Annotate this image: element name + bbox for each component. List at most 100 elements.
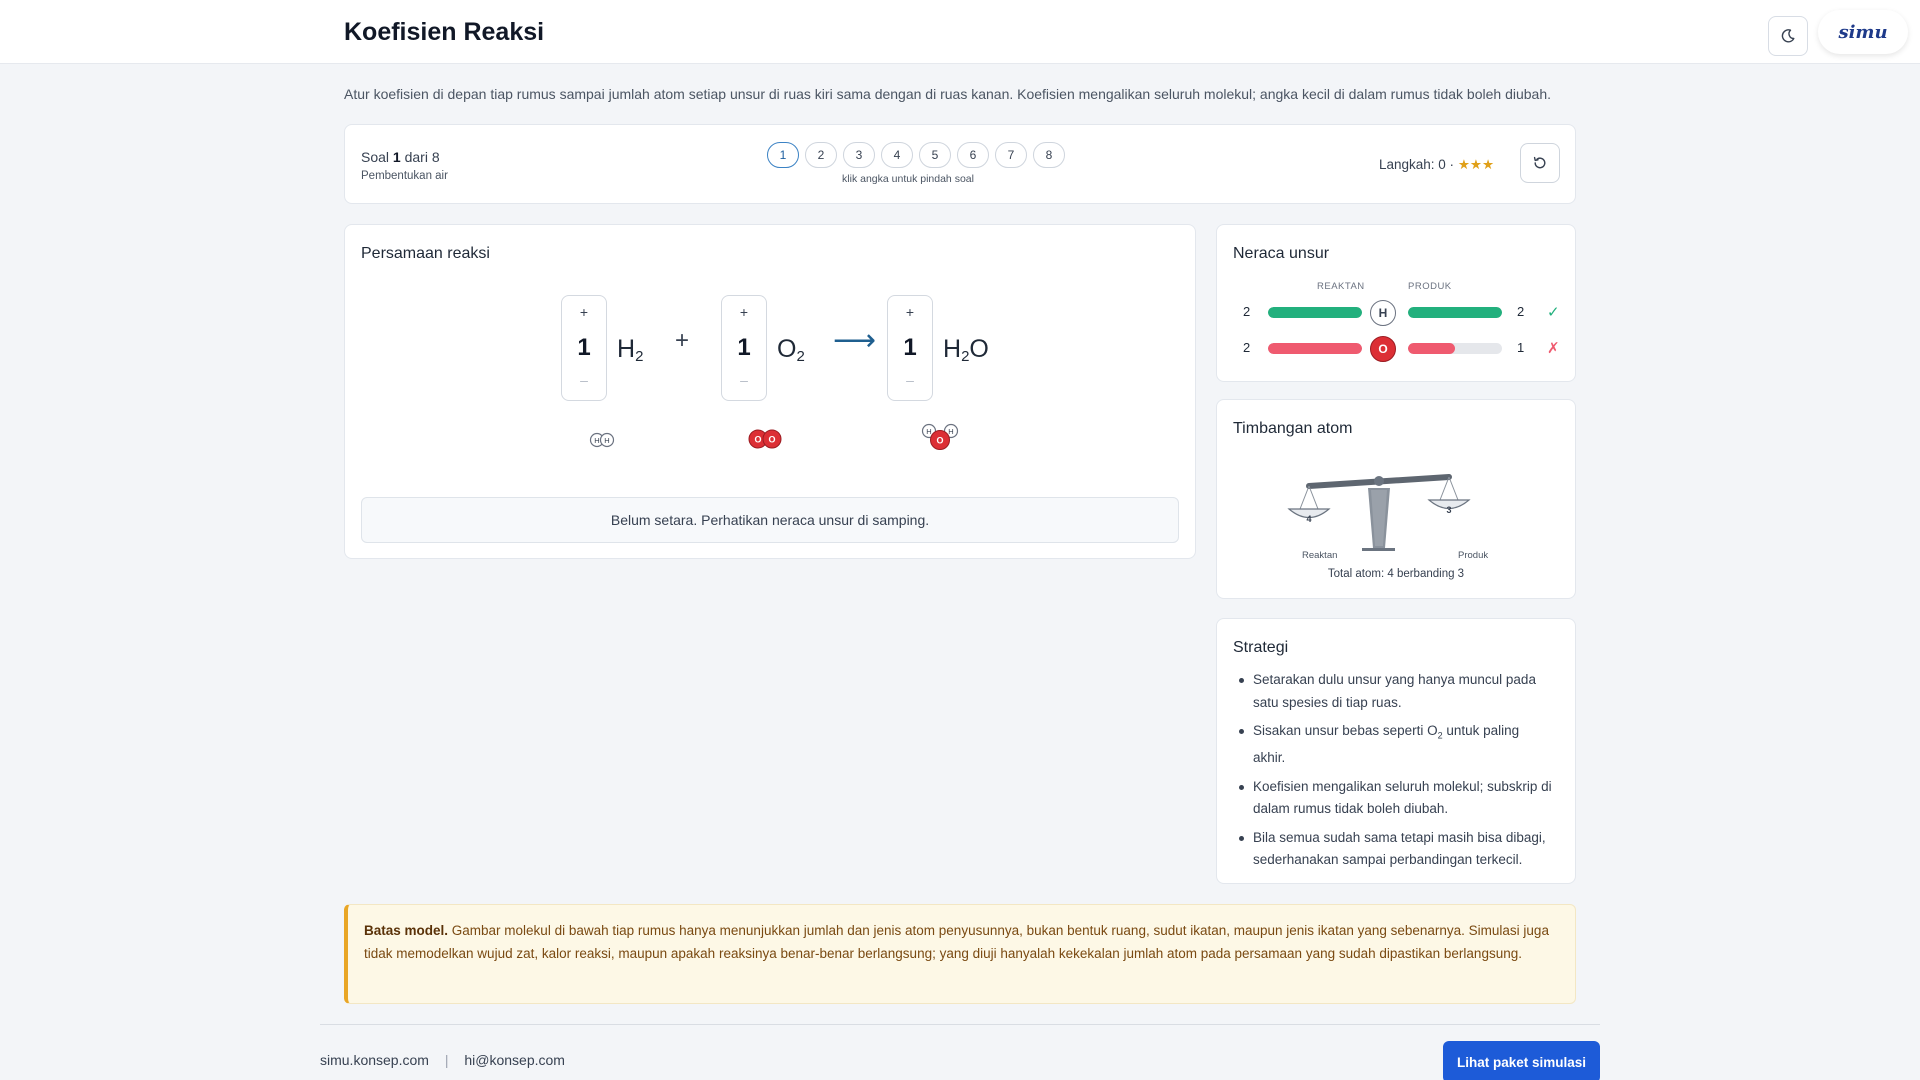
atom-symbol: O [768, 435, 775, 445]
formula-symbol: O [969, 335, 989, 363]
star-rating: ★★★ [1457, 157, 1495, 172]
footer-separator: | [444, 1052, 449, 1068]
equation-title: Persamaan reaksi [361, 245, 490, 262]
problem-pill-4[interactable]: 4 [881, 142, 913, 168]
problem-subtitle: Pembentukan air [361, 170, 448, 182]
element-balance-card: Neraca unsur REAKTAN PRODUK 2 H 2 ✓ 2 O … [1216, 224, 1576, 382]
step-label: Langkah: 0 · [1379, 157, 1455, 172]
formula-symbol: H [943, 335, 962, 363]
decrement-button[interactable]: – [888, 372, 932, 388]
strategy-item: Sisakan unsur bebas seperti O2 untuk pal… [1237, 720, 1555, 770]
page-title: Koefisien Reaksi [344, 18, 545, 46]
top-bar: Koefisien Reaksi simu [0, 0, 1920, 64]
pill-hint: klik angka untuk pindah soal [842, 173, 974, 185]
problem-counter: Soal 1 dari 8 [361, 149, 440, 165]
scale-pivot [1374, 476, 1384, 486]
reactant-column-label: REAKTAN [1317, 281, 1365, 292]
problem-pill-2[interactable]: 2 [805, 142, 837, 168]
problem-pill-3[interactable]: 3 [843, 142, 875, 168]
plus-operator: + [675, 327, 690, 354]
coefficient-stepper-h2o: + 1 – [887, 295, 933, 401]
formula-h2o: H2O [943, 335, 989, 365]
reactant-bar [1268, 343, 1362, 354]
formula-o2: O2 [777, 335, 805, 365]
reactant-bar-fill [1268, 343, 1362, 354]
problem-pill-7[interactable]: 7 [995, 142, 1027, 168]
coefficient-value: 1 [577, 334, 591, 361]
atom-symbol: H [926, 427, 931, 436]
scale-title: Timbangan atom [1233, 420, 1353, 437]
problem-pill-6[interactable]: 6 [957, 142, 989, 168]
strategy-list: Setarakan dulu unsur yang hanya muncul p… [1237, 669, 1555, 878]
product-bar-fill [1408, 343, 1455, 354]
footer-links: simu.konsep.com | hi@konsep.com [320, 1052, 565, 1068]
problem-nav-card: Soal 1 dari 8 Pembentukan air 1 2 3 4 5 … [344, 124, 1576, 204]
formula-symbol: O [777, 335, 797, 363]
brand-logo-text: simu [1838, 21, 1888, 43]
problem-pill-8[interactable]: 8 [1033, 142, 1065, 168]
step-counter: Langkah: 0 · ★★★ [1379, 157, 1494, 173]
scale-right-label: Produk [1458, 550, 1489, 561]
balance-title: Neraca unsur [1233, 245, 1330, 262]
problem-pill-1[interactable]: 1 [767, 142, 799, 168]
reactant-count: 2 [1243, 340, 1251, 355]
problem-counter-suffix: dari 8 [404, 149, 440, 165]
problem-pills: 1 2 3 4 5 6 7 8 [767, 142, 1065, 168]
problem-current-number: 1 [392, 149, 401, 165]
moon-icon [1781, 29, 1795, 43]
decrement-button[interactable]: – [562, 372, 606, 388]
atom-symbol: O [754, 435, 761, 445]
cross-icon: ✗ [1547, 340, 1560, 357]
problem-counter-prefix: Soal [361, 149, 390, 165]
atom-symbol: O [936, 436, 943, 446]
see-packages-button[interactable]: Lihat paket simulasi [1443, 1041, 1600, 1080]
reactant-bar [1268, 307, 1362, 318]
theme-toggle-button[interactable] [1768, 16, 1808, 56]
balance-row-h: 2 H 2 ✓ [1217, 300, 1575, 326]
balance-status-message: Belum setara. Perhatikan neraca unsur di… [361, 497, 1179, 543]
molecule-h2o: H H O [921, 423, 959, 450]
reaction-arrow: ⟶ [833, 324, 877, 357]
atom-symbol: H [594, 436, 599, 445]
formula-subscript: 2 [796, 348, 805, 365]
atom-symbol: H [948, 427, 953, 436]
element-badge-h: H [1370, 300, 1396, 326]
left-pan-count: 4 [1306, 514, 1311, 524]
molecule-h2: H H [589, 432, 615, 448]
scale-base [1362, 548, 1395, 551]
product-bar [1408, 307, 1502, 318]
note-heading: Batas model. [364, 923, 449, 938]
note-text: Gambar molekul di bawah tiap rumus hanya… [364, 923, 1549, 961]
balance-scale-icon: 4 3 [1287, 474, 1471, 551]
reset-icon [1533, 156, 1546, 169]
reactant-count: 2 [1243, 304, 1251, 319]
formula-h2: H2 [617, 335, 643, 365]
balance-row-o: 2 O 1 ✗ [1217, 336, 1575, 362]
problem-pill-5[interactable]: 5 [919, 142, 951, 168]
product-bar-fill [1408, 307, 1502, 318]
strategy-text: Sisakan unsur bebas seperti O [1253, 723, 1438, 738]
formula-symbol: H [617, 335, 636, 363]
strategy-item: Koefisien mengalikan seluruh molekul; su… [1237, 776, 1555, 821]
coefficient-value: 1 [903, 334, 917, 361]
product-column-label: PRODUK [1408, 281, 1452, 292]
reset-button[interactable] [1520, 143, 1560, 183]
increment-button[interactable]: + [562, 304, 606, 320]
strategy-title: Strategi [1233, 639, 1289, 656]
product-count: 2 [1517, 304, 1525, 319]
formula-subscript: 2 [635, 348, 644, 365]
footer-site-link[interactable]: simu.konsep.com [320, 1052, 429, 1068]
right-pan-count: 3 [1446, 505, 1451, 515]
decrement-button[interactable]: – [722, 372, 766, 388]
check-icon: ✓ [1547, 304, 1560, 321]
product-bar [1408, 343, 1502, 354]
atom-symbol: H [604, 436, 609, 445]
model-limit-note: Batas model. Gambar molekul di bawah tia… [344, 904, 1576, 1004]
increment-button[interactable]: + [722, 304, 766, 320]
brand-logo[interactable]: simu [1818, 10, 1908, 54]
product-count: 1 [1517, 340, 1525, 355]
increment-button[interactable]: + [888, 304, 932, 320]
footer-email-link[interactable]: hi@konsep.com [464, 1052, 565, 1068]
scale-left-label: Reaktan [1302, 550, 1338, 561]
strategy-card: Strategi Setarakan dulu unsur yang hanya… [1216, 618, 1576, 884]
